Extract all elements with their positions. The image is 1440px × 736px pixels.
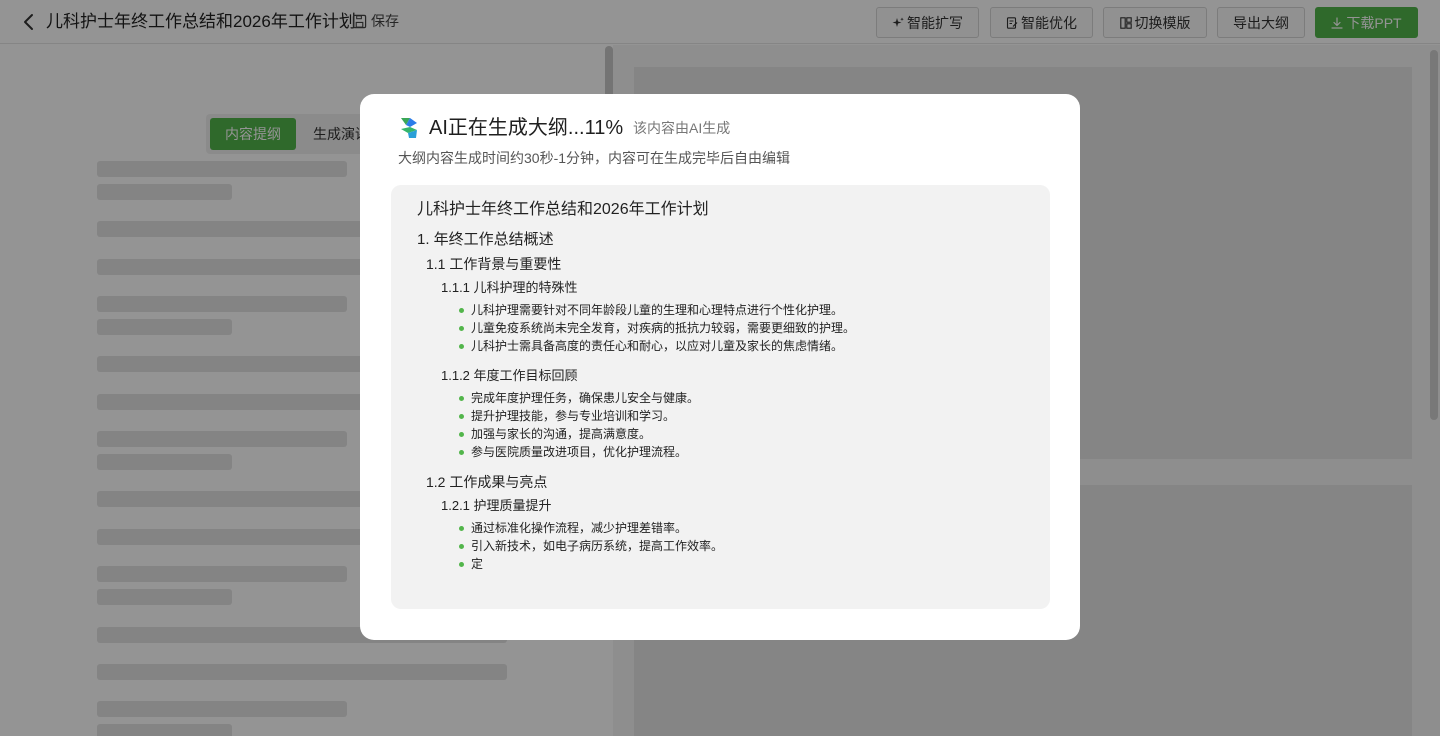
bullet-text: 定	[471, 557, 484, 571]
outline-bullet: 定	[459, 556, 483, 572]
outline-bullet: 加强与家长的沟通，提高满意度。	[459, 426, 651, 442]
generation-progress-title: AI正在生成大纲...11%	[429, 117, 624, 139]
outline-subsection: 1.1.1 儿科护理的特殊性	[441, 280, 578, 295]
ai-generated-note: 该内容由AI生成	[633, 120, 731, 136]
bullet-text: 引入新技术，如电子病历系统，提高工作效率。	[471, 539, 724, 553]
outline-subsection: 1.1.2 年度工作目标回顾	[441, 368, 578, 383]
bullet-dot-icon	[459, 525, 464, 531]
outline-generation-dialog: AI正在生成大纲...11% 该内容由AI生成 大纲内容生成时间约30秒-1分钟…	[360, 94, 1080, 640]
outline-bullet: 参与医院质量改进项目，优化护理流程。	[459, 444, 687, 460]
outline-bullet: 完成年度护理任务，确保患儿安全与健康。	[459, 390, 699, 406]
bullet-text: 参与医院质量改进项目，优化护理流程。	[471, 445, 688, 459]
bullet-text: 提升护理技能，参与专业培训和学习。	[471, 409, 676, 423]
outline-subsection: 1.2.1 护理质量提升	[441, 498, 552, 513]
bullet-text: 加强与家长的沟通，提高满意度。	[471, 427, 652, 441]
bullet-text: 儿童免疫系统尚未完全发育，对疾病的抵抗力较弱，需要更细致的护理。	[471, 321, 856, 335]
bullet-text: 儿科护士需具备高度的责任心和耐心，以应对儿童及家长的焦虑情绪。	[471, 339, 844, 353]
bullet-text: 完成年度护理任务，确保患儿安全与健康。	[471, 391, 700, 405]
bullet-dot-icon	[459, 431, 464, 437]
bullet-text: 通过标准化操作流程，减少护理差错率。	[471, 521, 688, 535]
ai-logo-icon	[401, 118, 417, 138]
outline-title: 儿科护士年终工作总结和2026年工作计划	[417, 201, 709, 218]
outline-bullet: 提升护理技能，参与专业培训和学习。	[459, 408, 675, 424]
bullet-dot-icon	[459, 325, 464, 331]
outline-subheading: 1.1 工作背景与重要性	[426, 256, 562, 272]
bullet-text: 儿科护理需要针对不同年龄段儿童的生理和心理特点进行个性化护理。	[471, 303, 844, 317]
outline-bullet: 引入新技术，如电子病历系统，提高工作效率。	[459, 538, 723, 554]
bullet-dot-icon	[459, 307, 464, 313]
outline-bullet: 儿童免疫系统尚未完全发育，对疾病的抵抗力较弱，需要更细致的护理。	[459, 320, 855, 336]
generation-hint: 大纲内容生成时间约30秒-1分钟，内容可在生成完毕后自由编辑	[398, 150, 791, 166]
outline-subheading: 1.2 工作成果与亮点	[426, 474, 548, 490]
bullet-dot-icon	[459, 413, 464, 419]
bullet-dot-icon	[459, 543, 464, 549]
bullet-dot-icon	[459, 395, 464, 401]
bullet-dot-icon	[459, 449, 464, 455]
bullet-dot-icon	[459, 343, 464, 349]
outline-bullet: 通过标准化操作流程，减少护理差错率。	[459, 520, 687, 536]
outline-bullet: 儿科护理需要针对不同年龄段儿童的生理和心理特点进行个性化护理。	[459, 302, 843, 318]
bullet-dot-icon	[459, 561, 464, 567]
outline-heading: 1. 年终工作总结概述	[417, 231, 554, 248]
outline-preview: 儿科护士年终工作总结和2026年工作计划 1. 年终工作总结概述 1.1 工作背…	[391, 185, 1050, 609]
outline-bullet: 儿科护士需具备高度的责任心和耐心，以应对儿童及家长的焦虑情绪。	[459, 338, 843, 354]
